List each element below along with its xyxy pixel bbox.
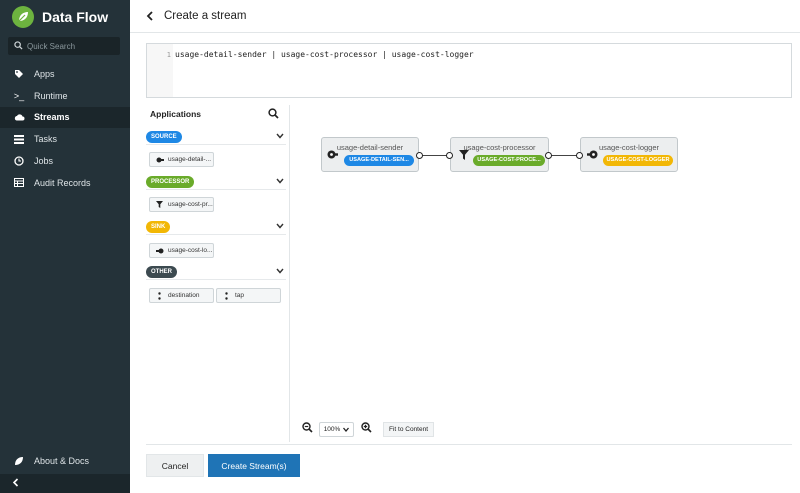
flow-node-usage-cost-logger[interactable]: usage-cost-logger USAGE-COST-LOGGER — [580, 137, 678, 172]
line-number: 1 — [166, 51, 171, 59]
sidebar-item-label: Jobs — [34, 156, 54, 167]
output-port[interactable] — [545, 152, 552, 159]
chevron-left-icon — [146, 10, 153, 21]
sidebar-item-label: Tasks — [34, 134, 58, 145]
sidebar-item-label: Audit Records — [34, 177, 91, 188]
zoom-out-button[interactable] — [300, 422, 314, 436]
zoom-level-value: 100% — [323, 425, 341, 433]
flow-node-usage-cost-processor[interactable]: usage-cost-processor USAGE-COST-PROCE... — [450, 137, 549, 172]
create-stream-button[interactable]: Create Stream(s) — [208, 454, 300, 477]
dsl-code-line[interactable]: usage-detail-sender | usage-cost-process… — [175, 50, 474, 59]
other-badge: OTHER — [146, 266, 177, 278]
sidebar-item-jobs[interactable]: Jobs — [0, 150, 130, 172]
clock-icon — [12, 156, 26, 166]
search-icon — [14, 39, 23, 53]
node-type-tag: USAGE-DETAIL-SEN... — [344, 155, 414, 166]
page-header: Create a stream — [130, 0, 800, 33]
palette-app-usage-detail-sender[interactable]: usage-detail-... — [149, 152, 214, 167]
sidebar-item-about-docs[interactable]: About & Docs — [0, 451, 130, 471]
app-chip-label: destination — [168, 292, 200, 299]
table-icon — [12, 178, 26, 188]
app-chip-label: usage-cost-lo... — [168, 247, 213, 254]
app-chip-label: usage-cost-pr... — [168, 201, 213, 208]
group-source-header[interactable]: SOURCE — [146, 131, 286, 145]
zoom-in-button[interactable] — [359, 422, 373, 436]
quick-search[interactable] — [8, 37, 120, 55]
zoom-out-icon — [301, 422, 313, 433]
leaf-icon — [12, 456, 26, 466]
node-type-tag: USAGE-COST-PROCE... — [473, 155, 545, 166]
stream-dsl-editor[interactable]: 1 usage-detail-sender | usage-cost-proce… — [146, 43, 792, 98]
sidebar-item-streams[interactable]: Streams — [0, 106, 130, 129]
search-icon — [268, 108, 279, 119]
brand-title: Data Flow — [42, 9, 109, 25]
chevron-down-icon[interactable] — [276, 176, 284, 186]
palette-app-destination[interactable]: destination — [149, 288, 214, 303]
sink-badge: SINK — [146, 221, 171, 233]
chevron-down-icon[interactable] — [276, 266, 284, 276]
fit-to-content-button[interactable]: Fit to Content — [383, 421, 435, 437]
app-chip-label: tap — [235, 292, 245, 299]
node-type-tag: USAGE-COST-LOGGER — [603, 155, 673, 166]
zoom-in-icon — [360, 422, 372, 433]
tag-icon — [12, 69, 26, 79]
sidebar: Data Flow Apps >_ Runtime Streams — [0, 0, 130, 493]
palette-app-usage-cost-logger[interactable]: usage-cost-lo... — [149, 243, 214, 258]
source-app-icon — [155, 157, 164, 163]
input-port[interactable] — [576, 152, 583, 159]
chevron-down-icon[interactable] — [276, 131, 284, 141]
input-port[interactable] — [446, 152, 453, 159]
chevron-left-icon — [12, 477, 19, 490]
back-button[interactable] — [146, 9, 154, 24]
terminal-icon: >_ — [13, 90, 25, 101]
chevron-down-icon — [343, 427, 350, 432]
sidebar-item-apps[interactable]: Apps — [0, 63, 130, 85]
cloud-icon — [12, 113, 26, 121]
group-other-header[interactable]: OTHER — [146, 266, 286, 280]
app-chip-label: usage-detail-... — [168, 156, 211, 163]
palette-search-button[interactable] — [268, 108, 279, 122]
sink-app-icon — [155, 248, 164, 254]
sidebar-item-label: Apps — [34, 68, 55, 79]
vertical-dots-icon — [222, 291, 231, 300]
quick-search-input[interactable] — [27, 41, 117, 51]
filter-icon — [155, 201, 164, 208]
sidebar-item-tasks[interactable]: Tasks — [0, 128, 130, 150]
flow-link[interactable] — [550, 155, 579, 156]
brand[interactable]: Data Flow — [12, 6, 108, 28]
palette-app-usage-cost-processor[interactable]: usage-cost-pr... — [149, 197, 214, 212]
sidebar-item-label: Streams — [34, 112, 70, 123]
list-icon — [12, 134, 26, 144]
source-badge: SOURCE — [146, 131, 182, 143]
palette-app-tap[interactable]: tap — [216, 288, 281, 303]
flow-canvas[interactable]: usage-detail-sender USAGE-DETAIL-SEN... … — [291, 105, 800, 442]
zoom-toolbar: 100% Fit to Content — [300, 421, 435, 437]
processor-badge: PROCESSOR — [146, 176, 195, 188]
zoom-level-select[interactable]: 100% — [319, 421, 354, 437]
output-port[interactable] — [416, 152, 423, 159]
palette-title: Applications — [150, 109, 202, 119]
chevron-down-icon[interactable] — [276, 221, 284, 231]
vertical-dots-icon — [155, 291, 164, 300]
spring-leaf-logo-icon — [12, 6, 34, 28]
sidebar-item-runtime[interactable]: >_ Runtime — [0, 85, 130, 107]
footer-divider — [146, 444, 792, 445]
sidebar-nav: Apps >_ Runtime Streams Tasks Jobs Audit… — [0, 63, 130, 194]
sidebar-item-audit-records[interactable]: Audit Records — [0, 172, 130, 194]
flow-node-usage-detail-sender[interactable]: usage-detail-sender USAGE-DETAIL-SEN... — [321, 137, 419, 172]
cancel-button[interactable]: Cancel — [146, 454, 204, 477]
page-title: Create a stream — [164, 10, 247, 22]
source-app-icon — [327, 150, 338, 161]
sidebar-item-label: Runtime — [34, 90, 68, 101]
sidebar-collapse-button[interactable] — [0, 474, 130, 493]
group-processor-header[interactable]: PROCESSOR — [146, 176, 286, 190]
group-sink-header[interactable]: SINK — [146, 221, 286, 235]
filter-icon — [459, 150, 469, 162]
about-docs-label: About & Docs — [34, 456, 90, 466]
sink-app-icon — [587, 150, 598, 161]
applications-palette: Applications SOURCE usage-detail-... PRO… — [146, 105, 290, 442]
